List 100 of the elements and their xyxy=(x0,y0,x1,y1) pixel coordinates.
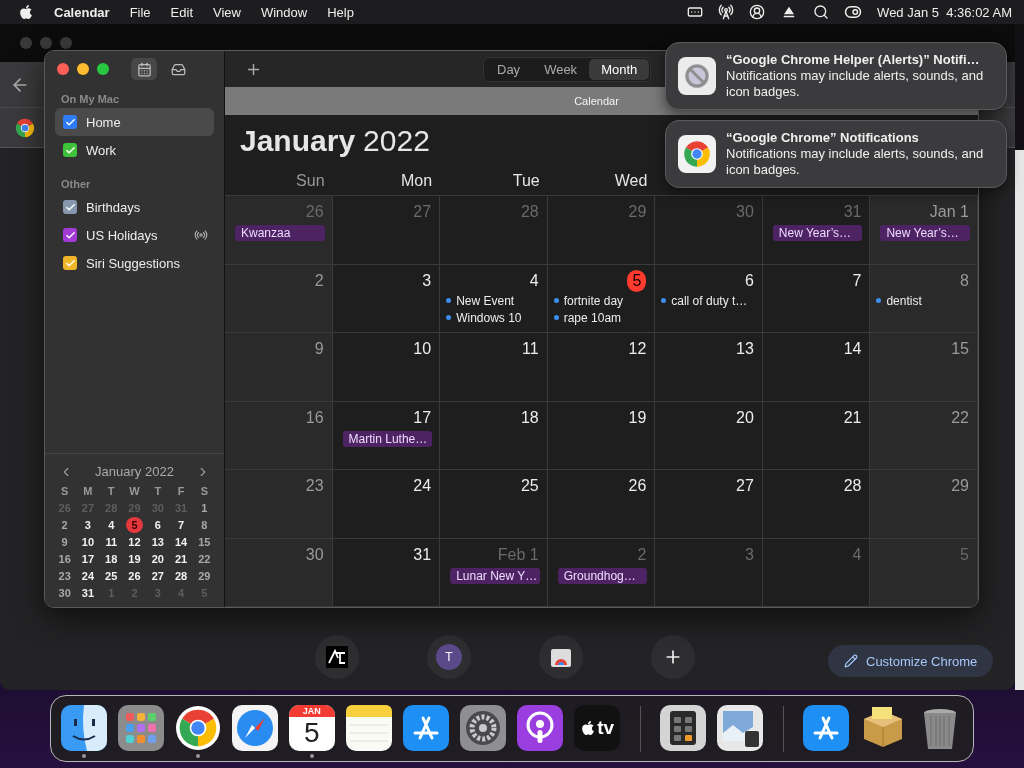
mini-day[interactable]: 20 xyxy=(149,551,167,567)
search-icon[interactable] xyxy=(813,4,830,20)
mini-day[interactable]: 12 xyxy=(126,534,143,550)
zoom-button[interactable] xyxy=(97,63,109,75)
view-tab[interactable]: Month xyxy=(589,58,650,80)
mini-day[interactable]: 10 xyxy=(79,534,97,550)
app-store-icon[interactable] xyxy=(803,705,850,751)
antenna-icon[interactable] xyxy=(718,4,735,20)
mini-day[interactable]: 25 xyxy=(102,568,120,584)
mini-day[interactable]: 17 xyxy=(79,551,97,567)
calendar-app-icon[interactable]: JAN 5 xyxy=(288,705,335,751)
event-title[interactable]: fortnite day xyxy=(563,293,624,308)
calendar-item[interactable]: Birthdays xyxy=(55,193,214,221)
apple-icon[interactable] xyxy=(18,4,34,20)
mini-day[interactable]: 24 xyxy=(79,568,97,584)
mini-day[interactable]: 2 xyxy=(56,517,74,533)
mini-day[interactable]: 21 xyxy=(172,551,190,567)
minimize-button[interactable] xyxy=(77,63,89,75)
event-chip[interactable]: Kwanzaa xyxy=(235,225,325,241)
launchpad-icon[interactable] xyxy=(117,705,164,751)
mini-day[interactable]: 29 xyxy=(195,568,213,584)
mini-day[interactable]: 28 xyxy=(172,568,190,584)
notification-body: Notifications may include alerts, sounds, and icon badges. xyxy=(726,146,985,178)
app-store-icon[interactable] xyxy=(402,705,449,751)
event-chip[interactable]: Lunar New Y… xyxy=(450,567,540,584)
menu-item[interactable]: Calendar xyxy=(54,4,110,20)
mini-day[interactable]: 11 xyxy=(102,534,120,550)
day-number: 6 xyxy=(744,270,754,291)
day-number: 22 xyxy=(951,407,969,428)
checkbox[interactable] xyxy=(63,143,77,157)
checkbox[interactable] xyxy=(63,200,77,214)
notification-banner[interactable]: “Google Chrome Helper (Alerts)” Notifi… Notifications may include alerts, sounds, and icon badges. xyxy=(665,42,1007,110)
finder-icon[interactable] xyxy=(60,705,107,751)
calculator-icon[interactable] xyxy=(660,705,707,751)
mini-day[interactable]: 7 xyxy=(172,517,190,533)
mini-day[interactable]: 19 xyxy=(126,551,143,567)
mini-day[interactable]: 8 xyxy=(195,517,213,533)
notes-icon[interactable] xyxy=(345,705,392,751)
event-chip[interactable]: Groundhog… xyxy=(557,567,648,584)
mini-day[interactable]: 26 xyxy=(126,568,143,584)
calendar-item[interactable]: Home xyxy=(55,108,214,136)
weekday-label: Mon xyxy=(401,172,433,190)
notification-banner[interactable]: “Google Chrome” Notifications Notifications may include alerts, sounds, and icon badges. xyxy=(665,120,1007,188)
calendar-item[interactable]: US Holidays xyxy=(55,221,214,249)
checkbox[interactable] xyxy=(63,256,77,270)
mini-day[interactable]: 16 xyxy=(56,551,74,567)
menu-item[interactable]: View xyxy=(213,4,241,20)
event-title[interactable]: Windows 10 xyxy=(456,310,522,325)
event-chip[interactable]: Martin Luthe… xyxy=(342,430,433,447)
shortcut-tile[interactable] xyxy=(315,635,359,679)
mini-day[interactable]: 5 xyxy=(126,517,143,533)
mini-day[interactable]: 6 xyxy=(149,517,167,533)
display-icon[interactable] xyxy=(687,4,704,20)
control-center-icon[interactable] xyxy=(844,3,863,21)
compass-icon[interactable] xyxy=(231,705,278,751)
calendar-item[interactable]: Siri Suggestions xyxy=(55,249,214,277)
day-number: 9 xyxy=(314,339,324,359)
mini-day[interactable]: 22 xyxy=(195,551,213,567)
view-tab[interactable]: Week xyxy=(532,58,590,80)
podcasts-icon[interactable] xyxy=(517,705,564,751)
event-title[interactable]: dentist xyxy=(886,293,922,308)
preview-icon[interactable] xyxy=(717,705,764,751)
menu-item[interactable]: Edit xyxy=(170,4,193,20)
mini-day[interactable]: 4 xyxy=(102,517,120,533)
mini-day[interactable]: 30 xyxy=(56,585,74,601)
mini-day[interactable]: 27 xyxy=(149,568,167,584)
shortcut-tile[interactable]: T xyxy=(427,635,471,679)
chrome-icon[interactable] xyxy=(174,705,221,751)
shortcut-tile[interactable] xyxy=(539,635,583,679)
mini-day[interactable]: 3 xyxy=(79,517,97,533)
tv-app-icon[interactable]: tv xyxy=(574,705,621,751)
menu-clock[interactable]: Wed Jan 5 4:36:02 AM xyxy=(877,4,1012,20)
view-tab[interactable]: Day xyxy=(485,58,533,80)
add-shortcut-button[interactable] xyxy=(651,635,695,679)
event-chip[interactable]: New Year’s… xyxy=(880,225,970,241)
mini-day[interactable]: 18 xyxy=(102,551,120,567)
mini-day[interactable]: 1 xyxy=(195,500,213,516)
event-title[interactable]: New Event xyxy=(456,293,515,308)
event-chip[interactable]: New Year’s… xyxy=(772,225,863,241)
event-title[interactable]: rape 10am xyxy=(563,310,622,325)
checkbox[interactable] xyxy=(63,228,77,242)
mini-day[interactable]: 23 xyxy=(56,568,74,584)
menu-item[interactable]: Help xyxy=(327,4,354,20)
user-icon[interactable] xyxy=(749,4,766,20)
checkbox[interactable] xyxy=(63,115,77,129)
mini-day[interactable]: 31 xyxy=(79,585,97,601)
event-title[interactable]: call of duty t… xyxy=(671,293,748,308)
mini-day[interactable]: 13 xyxy=(149,534,167,550)
day-number: Jan 1 xyxy=(929,202,969,222)
gear-icon[interactable] xyxy=(459,705,506,751)
tab-title[interactable]: Calendar xyxy=(574,95,619,107)
mini-day[interactable]: 9 xyxy=(56,534,74,550)
customize-button[interactable]: Customize Chrome xyxy=(828,645,994,677)
mini-day[interactable]: 14 xyxy=(172,534,190,550)
menu-item[interactable]: File xyxy=(129,4,151,20)
calendar-list-button[interactable] xyxy=(131,58,157,80)
calendar-item[interactable]: Work xyxy=(55,136,214,164)
menu-item[interactable]: Window xyxy=(260,4,308,20)
mini-day[interactable]: 15 xyxy=(195,534,213,550)
close-button[interactable] xyxy=(57,63,69,75)
